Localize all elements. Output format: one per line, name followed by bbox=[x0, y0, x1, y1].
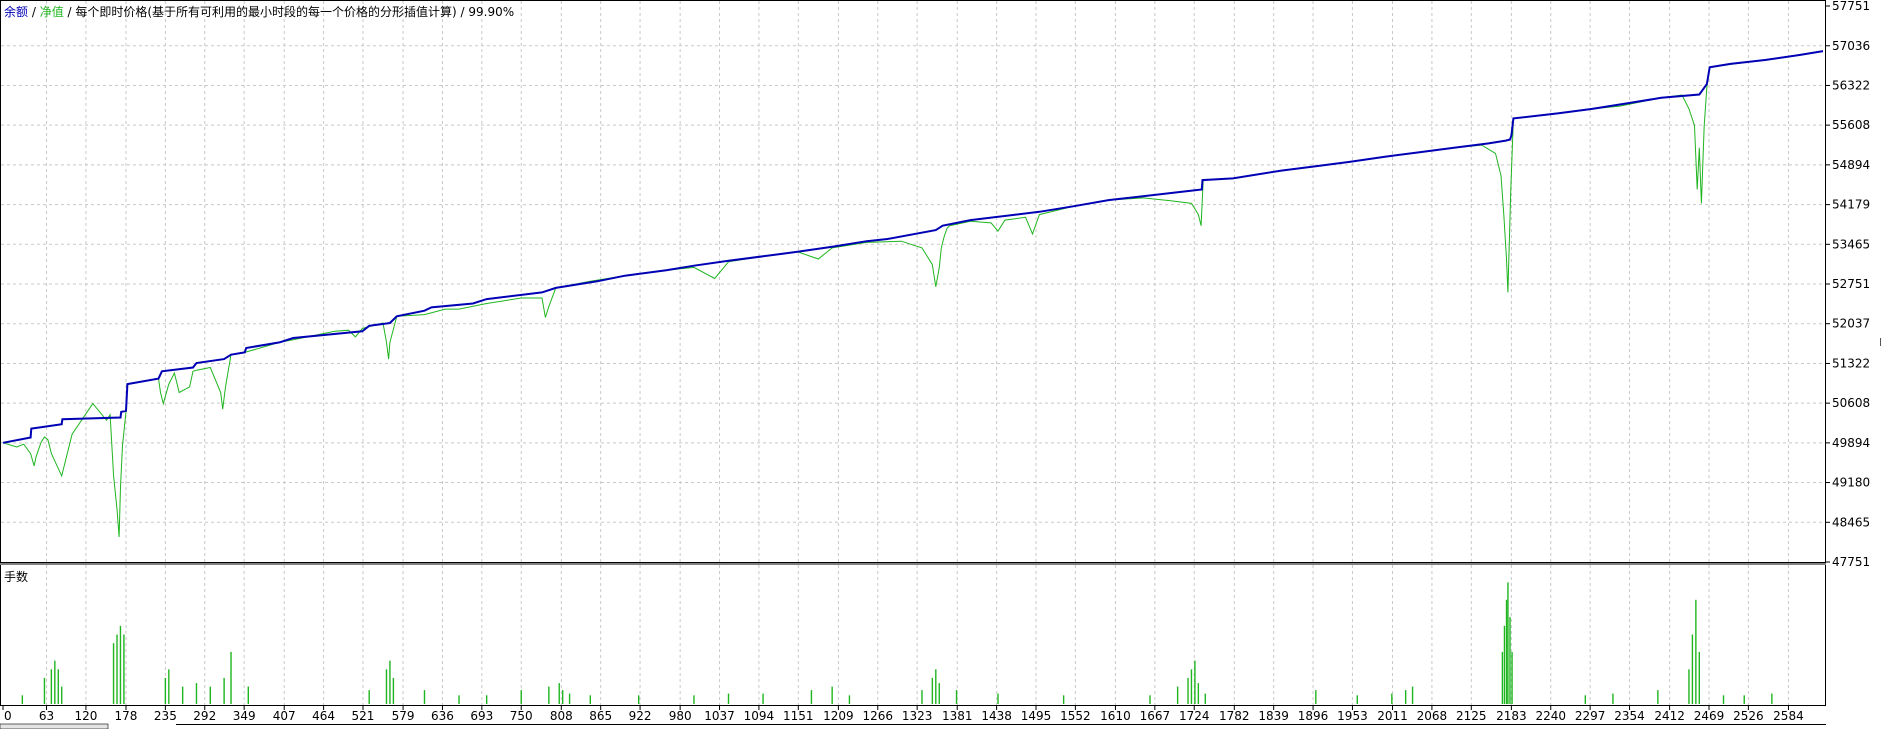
equity-legend-label: 净值 bbox=[40, 4, 64, 19]
y-tick-label: 53465 bbox=[1832, 237, 1870, 251]
y-tick-label: 50608 bbox=[1832, 396, 1870, 410]
x-tick-label: 63 bbox=[39, 709, 54, 723]
x-tick-label: 1724 bbox=[1179, 709, 1210, 723]
x-tick-label: 2240 bbox=[1535, 709, 1566, 723]
x-tick-label: 980 bbox=[669, 709, 692, 723]
x-tick-label: 636 bbox=[431, 709, 454, 723]
x-tick-label: 1953 bbox=[1337, 709, 1368, 723]
x-tick-label: 693 bbox=[470, 709, 493, 723]
y-tick-label: 54894 bbox=[1832, 158, 1870, 172]
x-tick-label: 235 bbox=[154, 709, 177, 723]
x-tick-label: 1323 bbox=[902, 709, 933, 723]
x-tick-label: 750 bbox=[510, 709, 533, 723]
x-tick-label: 1667 bbox=[1140, 709, 1171, 723]
x-tick-label: 2297 bbox=[1575, 709, 1606, 723]
y-tick-label: 57751 bbox=[1832, 0, 1870, 13]
x-tick-label: 1839 bbox=[1258, 709, 1289, 723]
y-tick-label: 49180 bbox=[1832, 476, 1870, 490]
y-tick-label: 56322 bbox=[1832, 78, 1870, 92]
x-tick-label: 1094 bbox=[744, 709, 775, 723]
y-axis: 57751 57036 56322 55608 54894 54179 53465 52751… bbox=[1826, 0, 1870, 569]
y-tick-label: 47751 bbox=[1832, 555, 1870, 569]
chart-header: 余额 / 净值 / 每个即时价格(基于所有可利用的最小时段的每一个价格的分形插值… bbox=[4, 4, 514, 19]
x-tick-label: 1266 bbox=[862, 709, 893, 723]
x-tick-label: 1151 bbox=[783, 709, 814, 723]
x-tick-label: 2354 bbox=[1614, 709, 1645, 723]
x-tick-label: 2469 bbox=[1694, 709, 1725, 723]
y-tick-label: 52037 bbox=[1832, 317, 1870, 331]
x-tick-label: 1552 bbox=[1060, 709, 1091, 723]
x-tick-label: 2412 bbox=[1654, 709, 1685, 723]
x-tick-label: 2068 bbox=[1417, 709, 1448, 723]
x-tick-label: 1610 bbox=[1100, 709, 1131, 723]
x-tick-label: 1209 bbox=[823, 709, 854, 723]
lots-pane-title: 手数 bbox=[4, 569, 28, 584]
balance-legend-label: 余额 bbox=[4, 4, 28, 19]
x-tick-label: 922 bbox=[629, 709, 652, 723]
x-tick-label: 2183 bbox=[1496, 709, 1527, 723]
x-tick-label: 407 bbox=[273, 709, 296, 723]
x-tick-label: 579 bbox=[392, 709, 415, 723]
x-tick-label: 2584 bbox=[1773, 709, 1804, 723]
x-tick-label: 521 bbox=[352, 709, 375, 723]
y-tick-label: 57036 bbox=[1832, 39, 1870, 53]
x-tick-label: 1495 bbox=[1021, 709, 1052, 723]
x-tick-label: 292 bbox=[193, 709, 216, 723]
x-tick-label: 808 bbox=[550, 709, 573, 723]
x-tick-label: 865 bbox=[589, 709, 612, 723]
y-tick-label: 48465 bbox=[1832, 515, 1870, 529]
y-tick-label: 51322 bbox=[1832, 356, 1870, 370]
x-tick-label: 2125 bbox=[1456, 709, 1487, 723]
y-tick-label: 49894 bbox=[1832, 436, 1870, 450]
x-tick-label: 1896 bbox=[1298, 709, 1329, 723]
x-tick-label: 349 bbox=[233, 709, 256, 723]
y-tick-label: 52751 bbox=[1832, 277, 1870, 291]
chart-background bbox=[0, 0, 1884, 729]
y-tick-label: 55608 bbox=[1832, 118, 1870, 132]
y-tick-label: 54179 bbox=[1832, 198, 1870, 212]
x-tick-label: 178 bbox=[115, 709, 138, 723]
horizontal-scrollbar-thumb[interactable] bbox=[0, 723, 109, 729]
strategy-tester-graph: 57751 57036 56322 55608 54894 54179 53465 52751… bbox=[0, 0, 1884, 729]
pane-splitter[interactable] bbox=[0, 563, 1826, 565]
header-description: / 每个即时价格(基于所有可利用的最小时段的每一个价格的分形插值计算) / 99… bbox=[64, 4, 514, 19]
x-tick-label: 1381 bbox=[942, 709, 973, 723]
x-tick-label: 1438 bbox=[981, 709, 1012, 723]
x-tick-label: 2526 bbox=[1733, 709, 1764, 723]
x-tick-label: 0 bbox=[4, 709, 12, 723]
x-tick-label: 2011 bbox=[1377, 709, 1408, 723]
x-tick-label: 464 bbox=[312, 709, 335, 723]
x-tick-label: 1782 bbox=[1219, 709, 1250, 723]
header-separator: / bbox=[28, 5, 40, 19]
x-tick-label: 1037 bbox=[704, 709, 735, 723]
x-tick-label: 120 bbox=[74, 709, 97, 723]
